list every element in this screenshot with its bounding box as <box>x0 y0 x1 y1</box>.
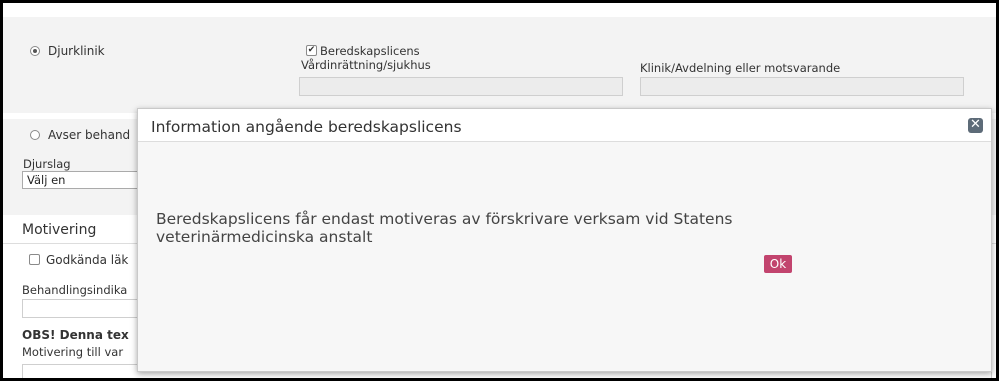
godkanda-checkbox[interactable] <box>29 254 40 265</box>
djurslag-label: Djurslag <box>23 157 71 171</box>
close-icon[interactable]: ✕ <box>968 118 983 133</box>
dialog-header: Information angående beredskapslicens ✕ <box>138 109 991 142</box>
djurklinik-label: Djurklinik <box>48 44 105 58</box>
motivering-till-label: Motivering till var <box>22 345 124 359</box>
obs-label: OBS! Denna tex <box>22 328 129 342</box>
avser-radio[interactable] <box>30 130 40 140</box>
page-frame: Djurklinik ✔ Beredskapslicens Vårdinrätt… <box>3 3 996 378</box>
beredskapslicens-checkbox[interactable]: ✔ <box>306 45 317 56</box>
dialog-message: Beredskapslicens får endast motiveras av… <box>156 210 733 246</box>
motivering-title: Motivering <box>22 222 97 238</box>
beredskapslicens-label: Beredskapslicens <box>320 44 420 58</box>
behandlingsindikation-label: Behandlingsindika <box>22 283 128 297</box>
djurslag-select[interactable]: Välj en <box>22 171 152 189</box>
vardinrattning-label: Vårdinrättning/sjukhus <box>301 58 431 72</box>
ok-button[interactable]: Ok <box>764 255 792 273</box>
djurklinik-radio[interactable] <box>30 46 40 56</box>
beredskapslicens-info-dialog: Information angående beredskapslicens ✕ … <box>137 108 992 372</box>
dialog-title: Information angående beredskapslicens <box>151 118 462 136</box>
avser-label: Avser behand <box>48 128 131 142</box>
vardinrattning-field[interactable] <box>299 77 623 96</box>
godkanda-label: Godkända läk <box>46 253 129 267</box>
klinik-label: Klinik/Avdelning eller motsvarande <box>640 61 841 75</box>
form-panel-top <box>3 17 996 113</box>
klinik-field[interactable] <box>640 77 964 96</box>
